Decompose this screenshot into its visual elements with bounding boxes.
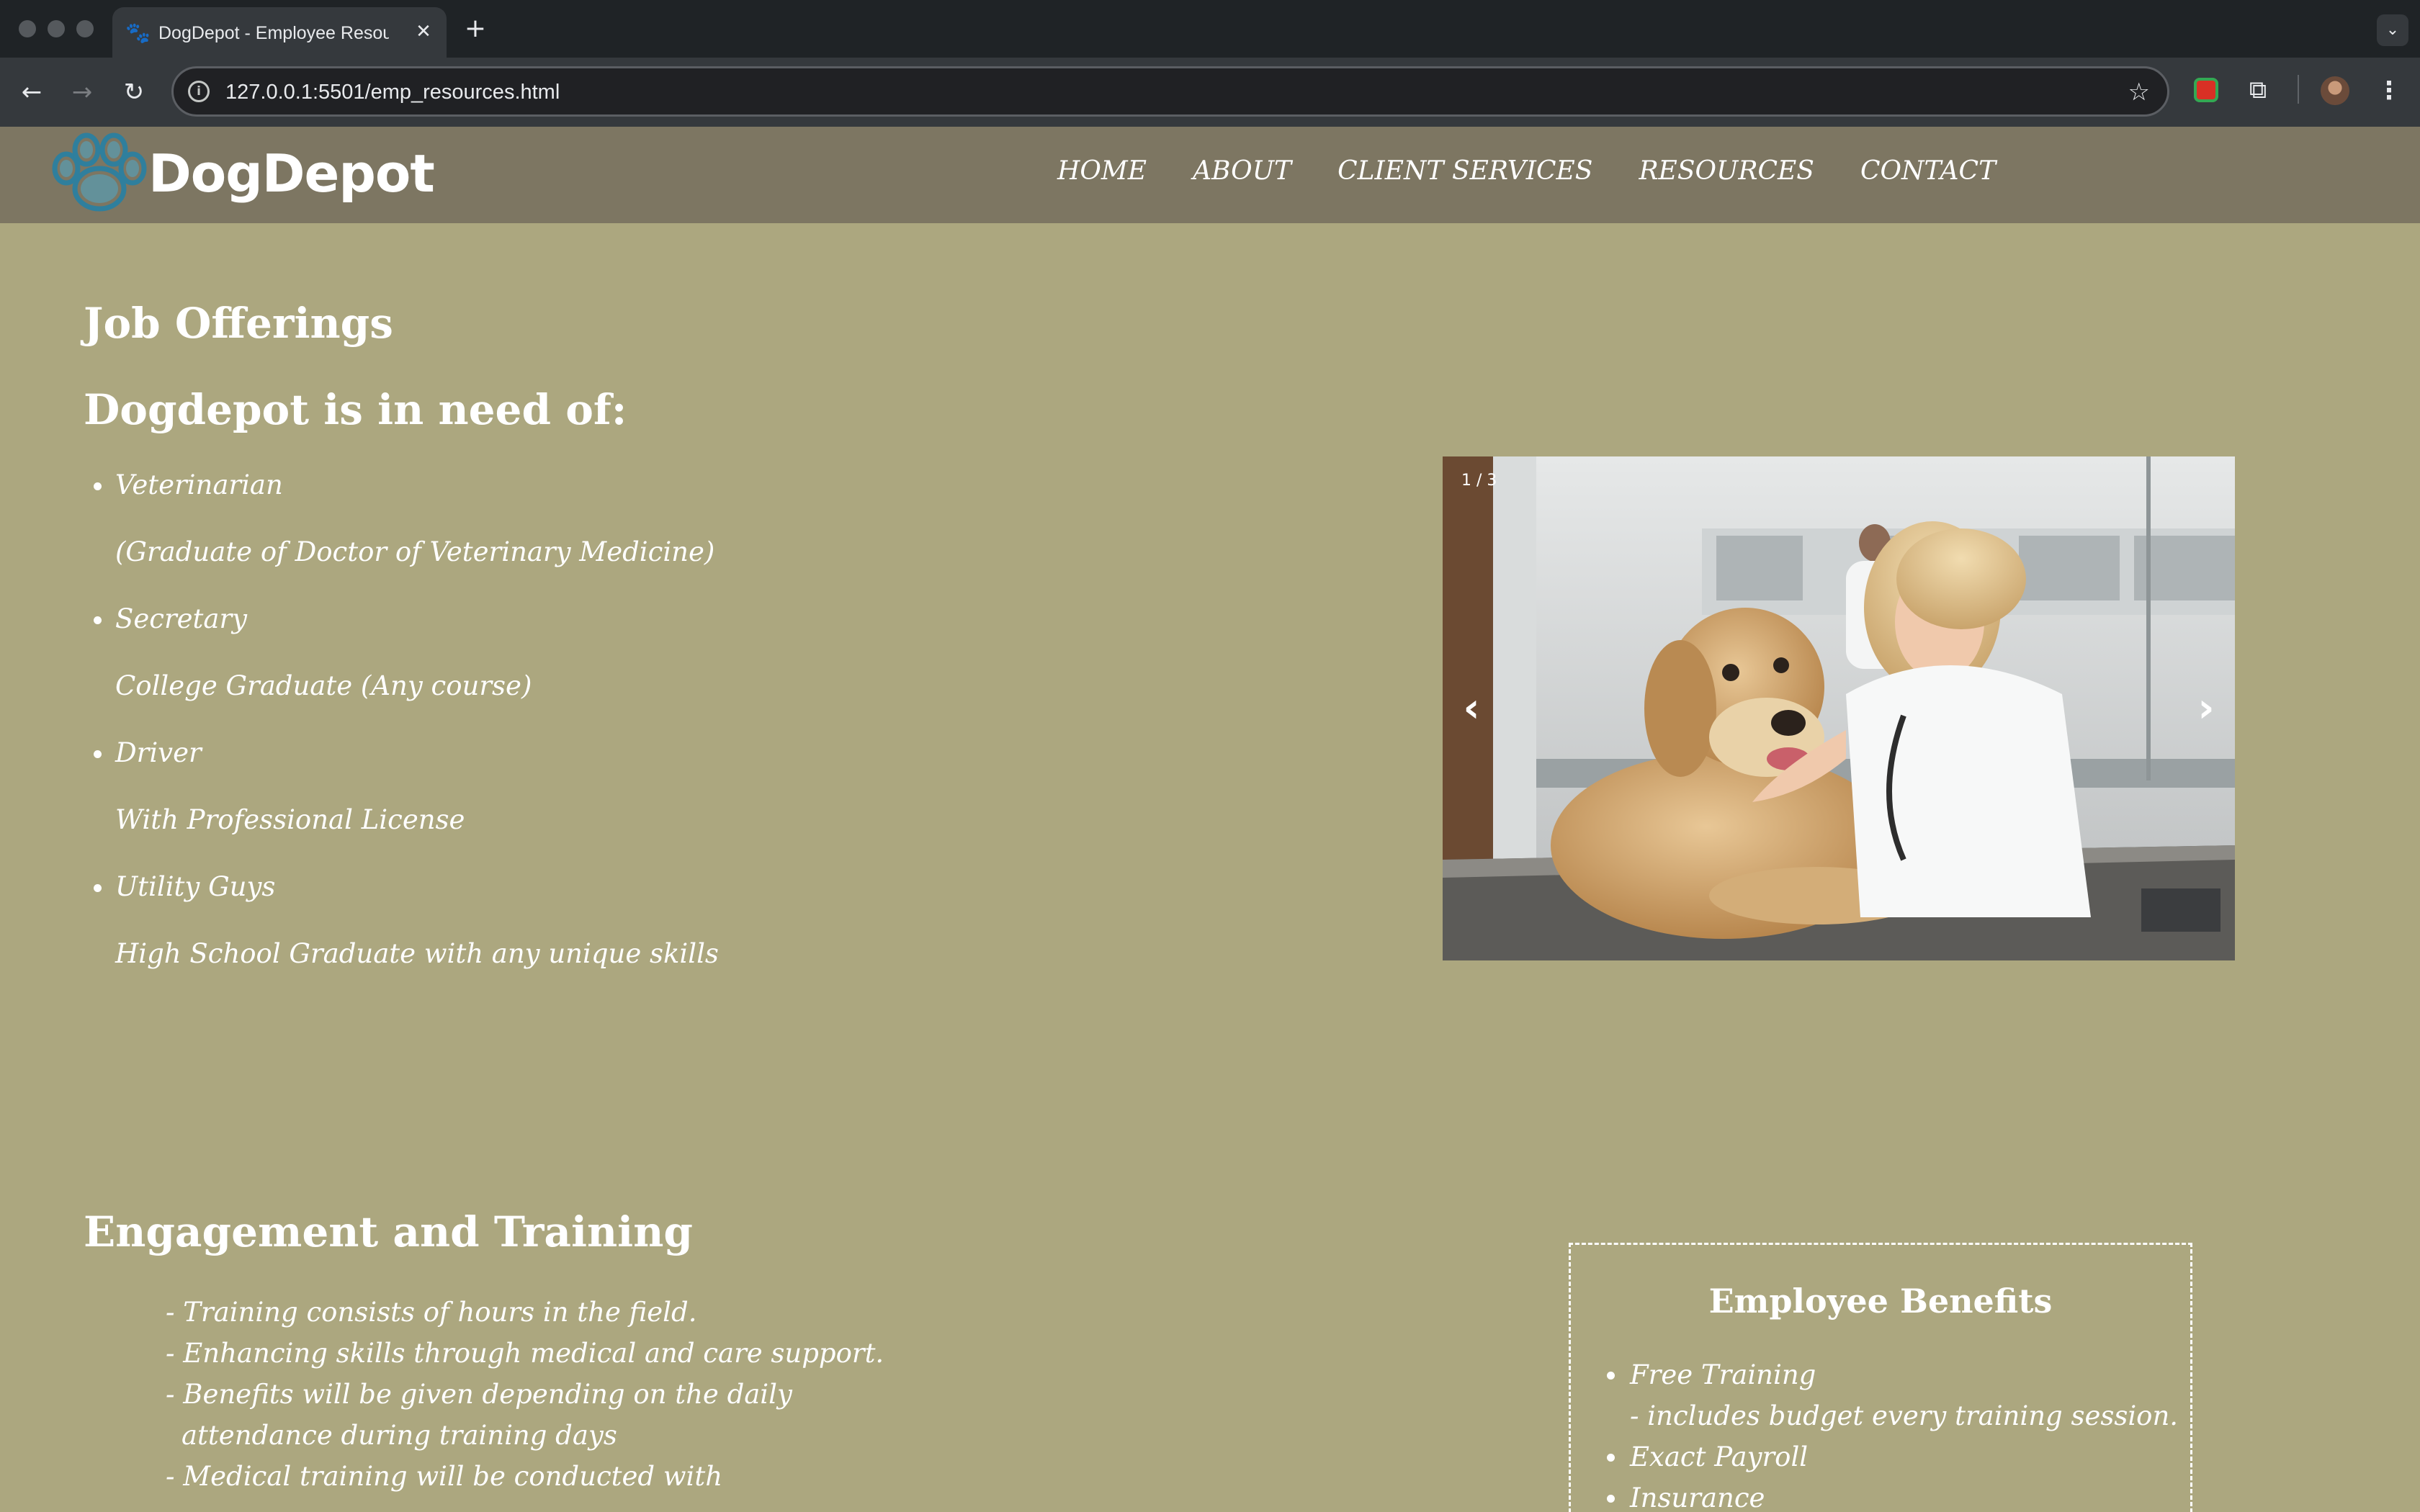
logo-text[interactable]: DogDepot bbox=[148, 143, 435, 204]
browser-toolbar: ← → ↻ i 127.0.0.1:5501/emp_resources.htm… bbox=[0, 58, 2420, 127]
job-title: Driver bbox=[94, 736, 763, 770]
job-title: Veterinarian bbox=[94, 468, 763, 503]
training-line: - Benefits will be given depending on th… bbox=[166, 1379, 792, 1410]
benefits-title: Employee Benefits bbox=[1708, 1282, 2053, 1320]
job-requirement: High School Graduate with any unique ski… bbox=[115, 938, 719, 969]
tab-title: DogDepot - Employee Resources bbox=[158, 23, 389, 43]
training-heading: Engagement and Training bbox=[84, 1207, 693, 1256]
address-url[interactable]: 127.0.0.1:5501/emp_resources.html bbox=[225, 81, 560, 103]
benefit-note: - includes budget every training session… bbox=[1630, 1400, 2179, 1431]
list-item: Exact Payroll bbox=[1606, 1436, 2178, 1477]
list-item: Free Training bbox=[1606, 1354, 2178, 1395]
nav-resources[interactable]: RESOURCES bbox=[1639, 156, 1814, 187]
job-offerings-heading: Job Offerings bbox=[84, 299, 393, 348]
address-bar[interactable]: i 127.0.0.1:5501/emp_resources.html ☆ bbox=[171, 66, 2169, 117]
tab-search-chevron-icon[interactable]: ⌄ bbox=[2377, 14, 2408, 46]
carousel-next-icon[interactable]: › bbox=[2184, 680, 2228, 737]
job-title: Utility Guys bbox=[94, 870, 763, 904]
paw-favicon-icon: 🐾 bbox=[125, 21, 151, 45]
extensions-puzzle-icon[interactable]: ⧉ bbox=[2246, 78, 2270, 102]
extension-record-icon[interactable] bbox=[2194, 78, 2218, 102]
training-line: - Medical training will be conducted wit… bbox=[166, 1461, 723, 1492]
window-close-dot[interactable] bbox=[19, 20, 36, 37]
carousel-prev-icon[interactable]: ‹ bbox=[1450, 680, 1493, 737]
reload-icon[interactable]: ↻ bbox=[118, 76, 150, 108]
nav-about[interactable]: ABOUT bbox=[1193, 156, 1291, 187]
nav-home[interactable]: HOME bbox=[1057, 156, 1147, 187]
job-requirement: With Professional License bbox=[115, 804, 465, 835]
list-item: Utility Guys High School Graduate with a… bbox=[94, 870, 763, 971]
employee-benefits-box: Employee Benefits Free Training - includ… bbox=[1569, 1243, 2192, 1512]
browser-menu-icon[interactable]: ⋮ bbox=[2377, 75, 2401, 107]
site-header: DogDepot HOME ABOUT CLIENT SERVICES RESO… bbox=[0, 127, 2420, 223]
browser-tab-active[interactable]: 🐾 DogDepot - Employee Resources ✕ bbox=[112, 7, 447, 58]
job-title: Secretary bbox=[94, 602, 763, 636]
list-item: Insurance bbox=[1606, 1477, 2178, 1512]
browser-tab-bar: 🐾 DogDepot - Employee Resources ✕ + ⌄ bbox=[0, 0, 2420, 58]
job-requirement: College Graduate (Any course) bbox=[115, 670, 532, 701]
list-item: Secretary College Graduate (Any course) bbox=[94, 602, 763, 703]
new-tab-icon[interactable]: + bbox=[461, 14, 490, 43]
window-zoom-dot[interactable] bbox=[76, 20, 94, 37]
training-list: - Training consists of hours in the fiel… bbox=[166, 1292, 884, 1497]
job-requirement: (Graduate of Doctor of Veterinary Medici… bbox=[115, 536, 715, 567]
window-minimize-dot[interactable] bbox=[48, 20, 65, 37]
profile-avatar[interactable] bbox=[2321, 76, 2349, 105]
benefits-list: Free Training - includes budget every tr… bbox=[1606, 1354, 2179, 1512]
forward-arrow-icon[interactable]: → bbox=[66, 76, 98, 108]
training-line: attendance during training days bbox=[182, 1420, 617, 1451]
dog-paw-logo-icon[interactable] bbox=[49, 132, 150, 219]
main-nav: HOME ABOUT CLIENT SERVICES RESOURCES CON… bbox=[1057, 156, 1996, 187]
training-line: - Training consists of hours in the fiel… bbox=[166, 1297, 697, 1328]
close-tab-icon[interactable]: ✕ bbox=[411, 19, 436, 45]
list-item: Veterinarian (Graduate of Doctor of Vete… bbox=[94, 468, 763, 570]
slide-counter: 1 / 3 bbox=[1461, 472, 1497, 490]
bookmark-star-icon[interactable]: ☆ bbox=[2128, 78, 2150, 106]
image-carousel[interactable]: 1 / 3 ‹ › bbox=[1443, 456, 2235, 960]
list-item: Driver With Professional License bbox=[94, 736, 763, 837]
training-line: - Enhancing skills through medical and c… bbox=[166, 1338, 884, 1369]
toolbar-divider bbox=[2298, 75, 2299, 104]
nav-contact[interactable]: CONTACT bbox=[1860, 156, 1996, 187]
jobs-subheading: Dogdepot is in need of: bbox=[84, 385, 627, 434]
nav-client-services[interactable]: CLIENT SERVICES bbox=[1337, 156, 1592, 187]
job-list: Veterinarian (Graduate of Doctor of Vete… bbox=[94, 468, 763, 1004]
vet-with-dog-photo bbox=[1443, 456, 2235, 960]
site-info-icon[interactable]: i bbox=[188, 81, 210, 102]
back-arrow-icon[interactable]: ← bbox=[16, 76, 48, 108]
